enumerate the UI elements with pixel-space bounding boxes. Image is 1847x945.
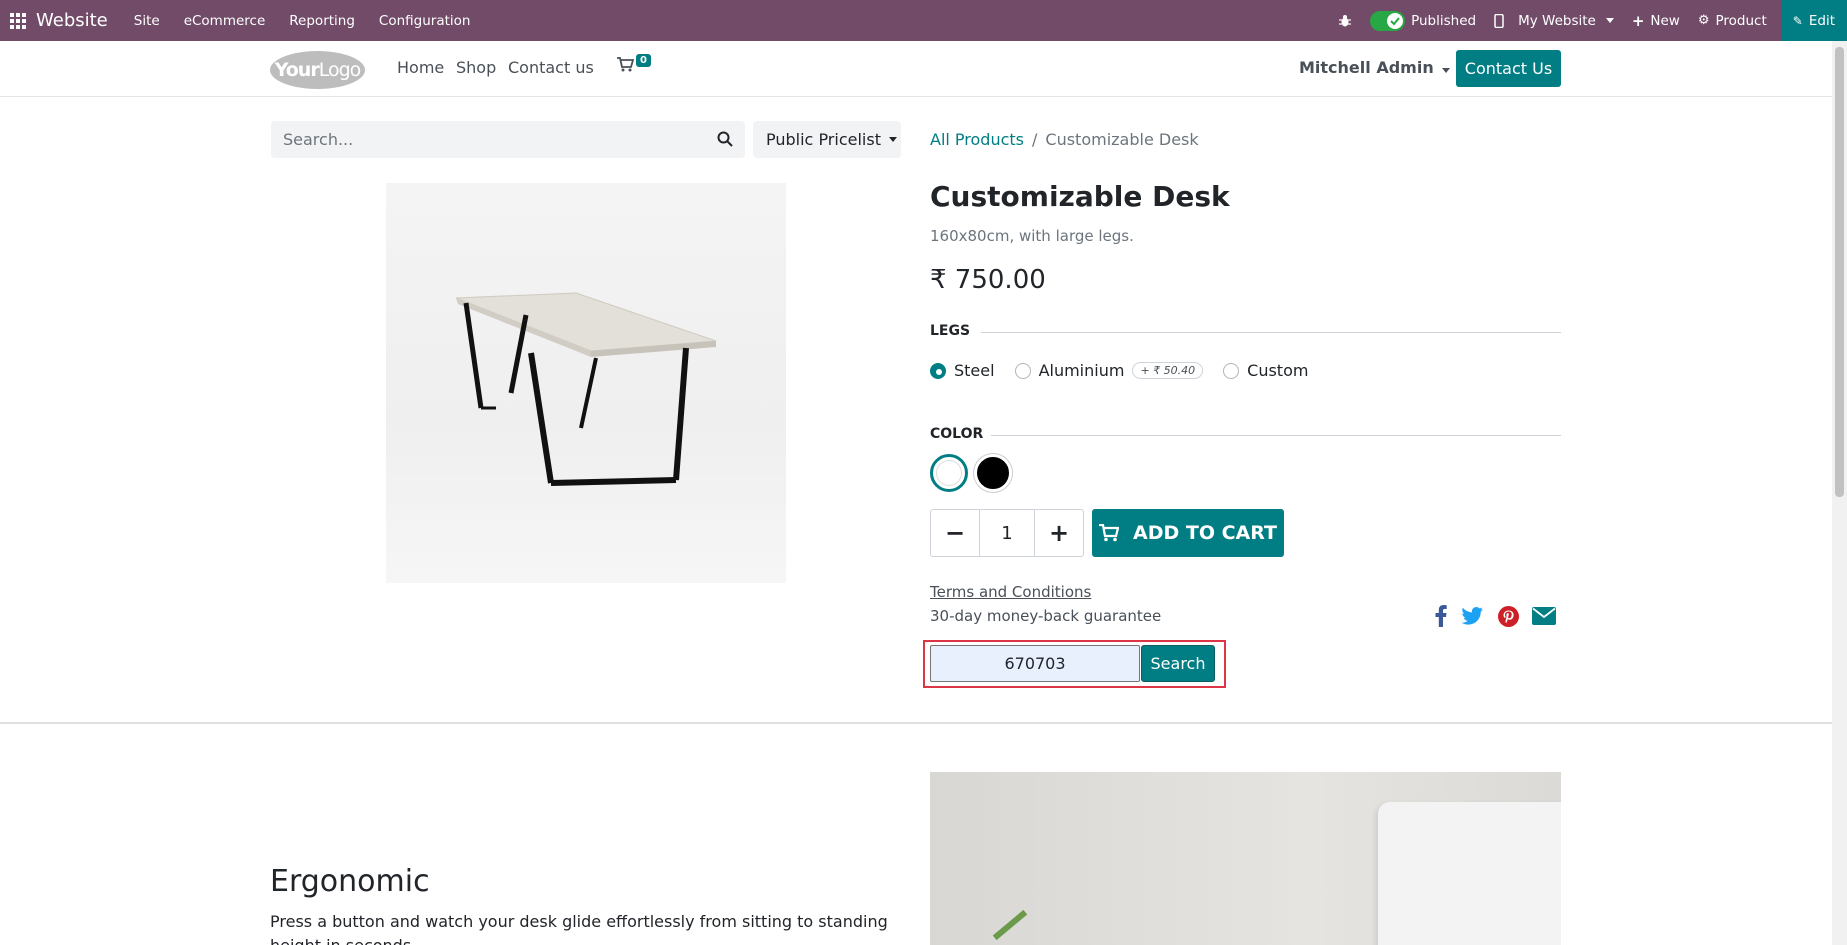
product-price: ₹ 750.00	[930, 265, 1046, 295]
pencil-icon: ✎	[1792, 13, 1803, 28]
guarantee-text: 30-day money-back guarantee	[930, 607, 1162, 625]
radio-aluminium[interactable]	[1014, 362, 1031, 379]
breadcrumb: All Products / Customizable Desk	[930, 130, 1199, 149]
menu-reporting[interactable]: Reporting	[289, 13, 355, 29]
color-label: COLOR	[930, 426, 984, 442]
debug-bug-icon[interactable]	[1338, 14, 1352, 28]
facebook-icon[interactable]	[1434, 604, 1448, 628]
legs-options: Steel Aluminium + ₹ 50.40 Custom	[930, 361, 1308, 380]
nav-shop[interactable]: Shop	[456, 58, 496, 77]
ergonomic-heading: Ergonomic	[270, 864, 430, 899]
app-brand[interactable]: Website	[36, 10, 108, 31]
breadcrumb-current: Customizable Desk	[1045, 130, 1199, 149]
product-image	[386, 183, 786, 583]
quantity-plus-button[interactable]: +	[1035, 510, 1083, 556]
cart-icon	[617, 57, 634, 72]
option-steel-label[interactable]: Steel	[954, 361, 995, 380]
cart-icon	[1099, 524, 1119, 542]
cart-count-badge: 0	[636, 54, 651, 67]
nav-contact-us[interactable]: Contact us	[508, 58, 594, 77]
quantity-input[interactable]: 1	[979, 510, 1035, 556]
color-divider	[991, 435, 1561, 436]
my-website-dropdown[interactable]: My Website	[1494, 13, 1614, 29]
aluminium-extra-price-badge: + ₹ 50.40	[1132, 362, 1204, 379]
edit-button[interactable]: ✎ Edit	[1780, 0, 1847, 41]
injected-search-input[interactable]: 670703	[930, 645, 1140, 682]
product-button[interactable]: ⚙ Product	[1698, 13, 1767, 29]
user-menu[interactable]: Mitchell Admin	[1299, 58, 1450, 77]
new-label: New	[1650, 12, 1680, 29]
pinterest-icon[interactable]	[1497, 604, 1519, 628]
new-button[interactable]: + New	[1632, 12, 1680, 30]
radio-custom[interactable]	[1223, 362, 1240, 379]
product-search-input[interactable]: Search...	[271, 121, 745, 158]
injected-search-button[interactable]: Search	[1141, 645, 1215, 682]
twitter-icon[interactable]	[1461, 604, 1483, 628]
site-logo[interactable]: Your Logo	[270, 51, 365, 89]
search-icon[interactable]	[717, 131, 733, 151]
published-label: Published	[1411, 12, 1477, 29]
breadcrumb-all-products[interactable]: All Products	[930, 130, 1024, 149]
quantity-stepper: − 1 +	[930, 509, 1084, 557]
radio-steel[interactable]	[930, 362, 946, 379]
admin-topbar: Website Site eCommerce Reporting Configu…	[0, 0, 1847, 41]
mobile-icon	[1494, 13, 1504, 28]
pricelist-dropdown[interactable]: Public Pricelist	[753, 121, 901, 158]
color-swatch-white[interactable]	[930, 454, 968, 492]
site-header: Your Logo Home Shop Contact us 0 Mitchell…	[0, 41, 1847, 97]
color-swatch-black[interactable]	[974, 454, 1012, 492]
product-title: Customizable Desk	[930, 180, 1230, 213]
my-website-label: My Website	[1518, 12, 1596, 29]
menu-site[interactable]: Site	[134, 13, 160, 29]
menu-configuration[interactable]: Configuration	[379, 13, 471, 29]
section-divider	[0, 722, 1832, 724]
option-aluminium-label[interactable]: Aluminium	[1039, 361, 1125, 380]
apps-menu-icon[interactable]	[0, 0, 36, 41]
ergonomic-description: Press a button and watch your desk glide…	[270, 912, 888, 945]
page-scrollbar[interactable]	[1832, 41, 1847, 945]
toggle-switch[interactable]	[1370, 10, 1406, 31]
product-label: Product	[1715, 12, 1767, 29]
nav-home[interactable]: Home	[397, 58, 444, 77]
lower-section-image	[930, 772, 1561, 945]
legs-label: LEGS	[930, 323, 971, 339]
add-to-cart-button[interactable]: ADD TO CART	[1092, 509, 1284, 557]
published-toggle[interactable]: Published	[1370, 10, 1477, 31]
menu-ecommerce[interactable]: eCommerce	[184, 13, 266, 29]
scrollbar-thumb[interactable]	[1835, 47, 1844, 497]
plus-icon: +	[1631, 11, 1645, 30]
contact-us-button[interactable]: Contact Us	[1456, 50, 1561, 87]
gear-icon: ⚙	[1697, 13, 1710, 28]
cart-link[interactable]: 0	[617, 54, 651, 72]
product-subtitle: 160x80cm, with large legs.	[930, 227, 1134, 245]
quantity-minus-button[interactable]: −	[931, 510, 979, 556]
terms-link[interactable]: Terms and Conditions	[930, 583, 1091, 601]
search-placeholder: Search...	[283, 130, 354, 149]
option-custom-label[interactable]: Custom	[1247, 361, 1308, 380]
envelope-icon[interactable]	[1532, 604, 1556, 628]
edit-label: Edit	[1808, 12, 1835, 29]
legs-divider	[981, 332, 1561, 333]
